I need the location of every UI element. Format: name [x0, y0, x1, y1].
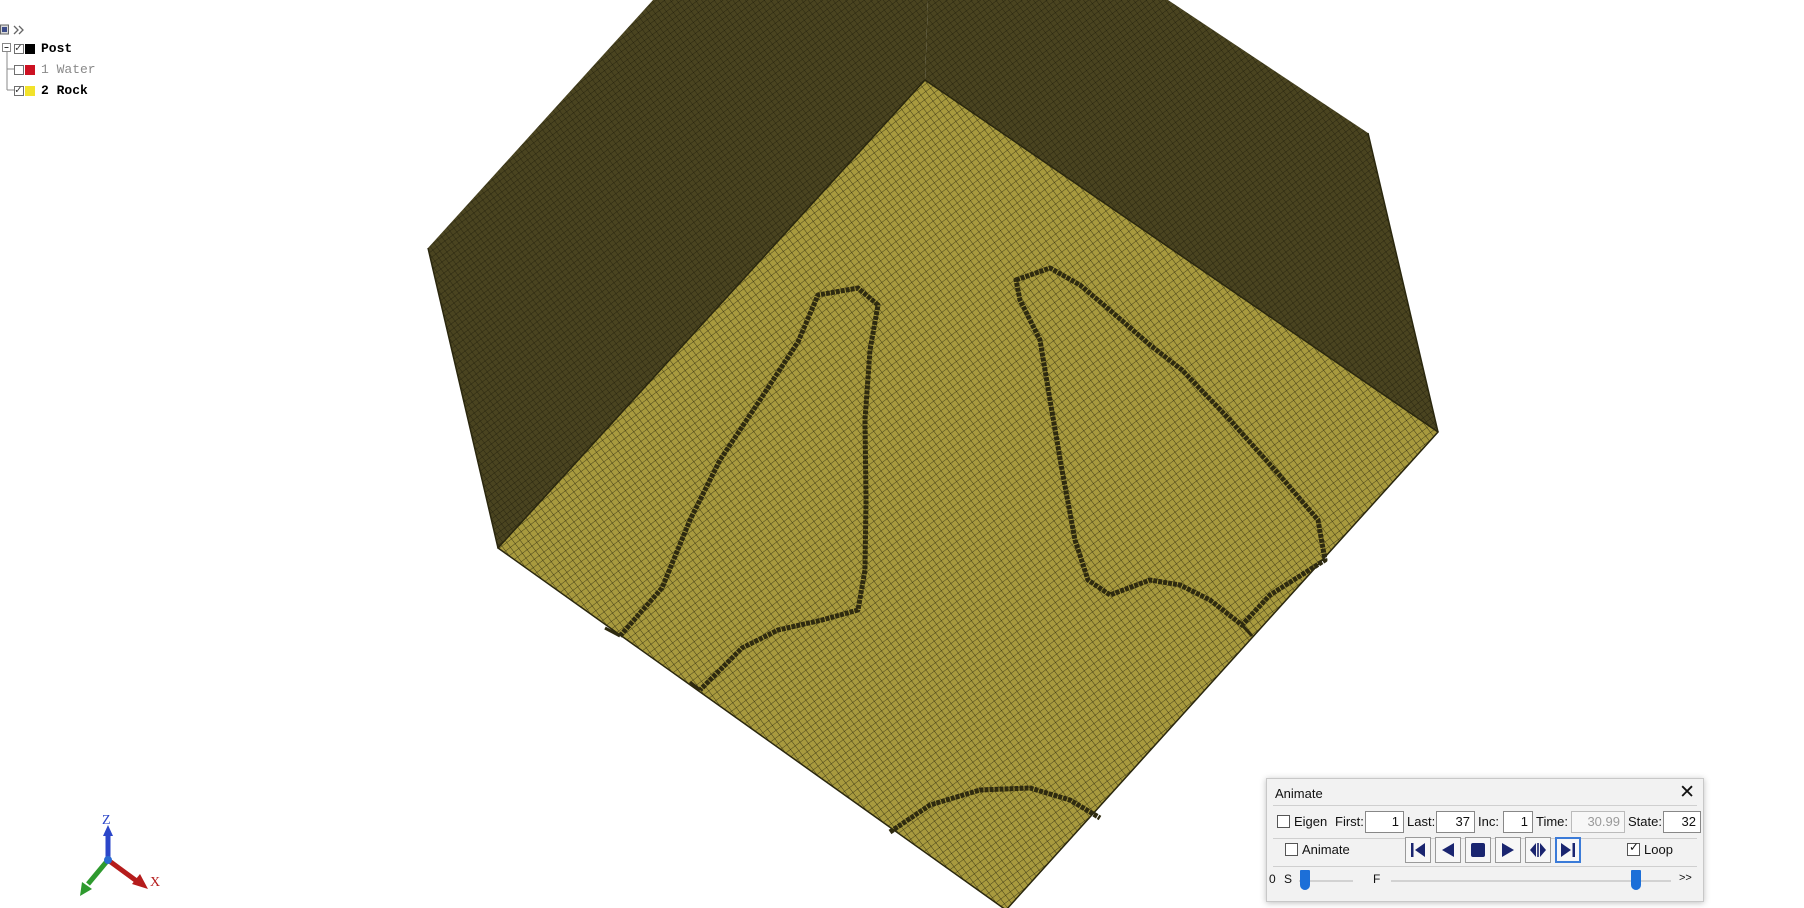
y-axis	[86, 858, 110, 886]
dialog-divider	[1273, 866, 1697, 867]
speed-min-label: 0	[1269, 872, 1276, 886]
tree-item-water-color-swatch	[25, 64, 35, 75]
x-axis-arrow	[132, 874, 148, 889]
tree-item-post-checkbox[interactable]	[14, 41, 24, 55]
f-label: F	[1373, 872, 1381, 886]
stop-icon	[1471, 843, 1485, 857]
loop-label: Loop	[1644, 842, 1673, 857]
animate-label: Animate	[1302, 842, 1350, 857]
play-icon	[1502, 843, 1514, 857]
play-button[interactable]	[1495, 837, 1521, 863]
tree-item-post[interactable]: Post	[14, 41, 72, 56]
tree-item-rock-checkbox[interactable]	[14, 83, 24, 97]
state-label: State:	[1628, 814, 1662, 829]
eigen-label: Eigen	[1294, 814, 1328, 829]
close-button[interactable]: ✕	[1679, 781, 1695, 804]
first-frame-input[interactable]: 1	[1365, 811, 1404, 833]
first-frame-button[interactable]	[1405, 837, 1431, 863]
loop-checkbox[interactable]	[1627, 840, 1640, 856]
time-readout: 30.99	[1571, 811, 1625, 833]
state-input[interactable]: 32	[1663, 811, 1701, 833]
tree-item-label: 2 Rock	[41, 83, 88, 98]
stop-button[interactable]	[1465, 837, 1491, 863]
animate-dialog: Animate ✕ Eigen First: 1 Last: 37 Inc: 1…	[1266, 778, 1704, 902]
s-label: S	[1284, 872, 1293, 886]
last-frame-input[interactable]: 37	[1436, 811, 1475, 833]
tree-item-label: 1 Water	[41, 62, 96, 77]
bounce-icon	[1530, 843, 1546, 857]
tree-item-label: Post	[41, 41, 73, 56]
step-back-button[interactable]	[1435, 837, 1461, 863]
tree-item-water-checkbox[interactable]	[14, 64, 24, 75]
last-label: Last:	[1407, 814, 1436, 829]
more-options-button[interactable]: >>	[1679, 872, 1692, 884]
animate-checkbox[interactable]	[1285, 843, 1298, 856]
axis-triad: Z X	[80, 813, 160, 896]
skip-to-start-icon	[1411, 843, 1425, 857]
model-viewport[interactable]	[0, 0, 1804, 908]
triad-origin	[104, 856, 112, 864]
last-frame-button[interactable]	[1555, 837, 1581, 863]
z-axis-label: Z	[102, 813, 111, 828]
tree-item-post-color-swatch	[25, 43, 35, 54]
frame-slider-thumb[interactable]	[1631, 870, 1641, 890]
x-axis-label: X	[150, 875, 160, 890]
x-axis	[106, 857, 140, 885]
tree-item-water[interactable]: 1 Water	[14, 62, 96, 77]
dialog-title: Animate	[1275, 786, 1323, 801]
increment-input[interactable]: 1	[1503, 811, 1533, 833]
speed-slider-thumb[interactable]	[1300, 870, 1310, 890]
frame-slider-track[interactable]	[1391, 880, 1671, 882]
time-label: Time:	[1536, 814, 1569, 829]
eigen-checkbox[interactable]	[1277, 815, 1290, 828]
inc-label: Inc:	[1478, 814, 1499, 829]
step-back-icon	[1442, 843, 1454, 857]
tree-item-rock-color-swatch	[25, 85, 35, 96]
dialog-divider	[1273, 805, 1697, 806]
first-label: First:	[1335, 814, 1364, 829]
skip-to-end-icon	[1561, 843, 1575, 857]
tree-item-rock[interactable]: 2 Rock	[14, 83, 88, 98]
step-forward-button[interactable]	[1525, 837, 1551, 863]
